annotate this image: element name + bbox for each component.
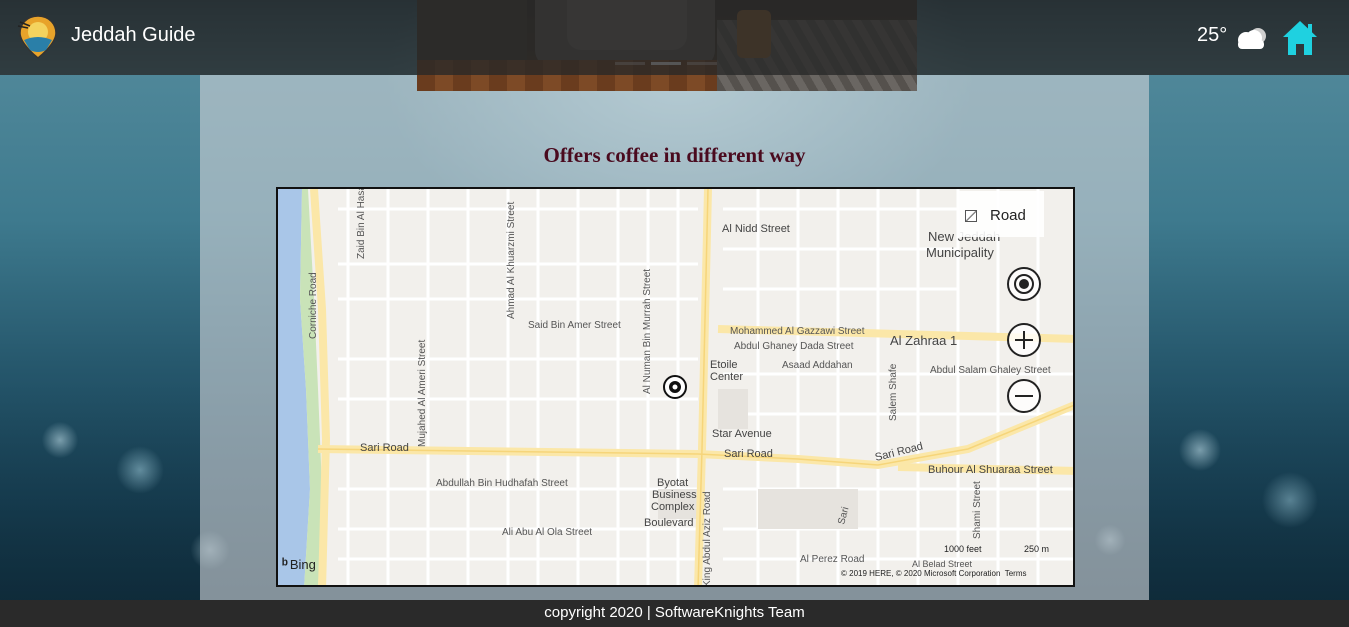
map-type-selector[interactable]: Road [958,191,1044,237]
map-label: Al Perez Road [800,554,864,565]
map-credits: © 2019 HERE, © 2020 Microsoft Corporatio… [841,569,1027,578]
map-type-label[interactable]: Road [990,207,1026,224]
map-label: King Abdul Aziz Road [702,491,713,587]
map-label: Corniche Road [308,272,319,339]
zoom-out-button[interactable] [1007,379,1041,413]
map-label: Byotat [657,477,688,489]
map-label: Abdul Salam Ghaley Street [930,365,1051,376]
road-map-icon [965,210,977,222]
map-label: Zaid Bin Al Hasan [356,189,367,259]
map-label: Business [652,489,697,501]
top-navbar: Jeddah Guide 25° [0,0,1349,75]
map-label: Ali Abu Al Ola Street [502,527,592,538]
locate-icon [1014,274,1034,294]
map-label: Boulevard [644,517,694,529]
map-label: Sari Road [724,448,773,460]
map-label: Mohammed Al Gazzawi Street [730,326,865,337]
footer: copyright 2020 | SoftwareKnights Team [0,600,1349,627]
locate-me-button[interactable] [1007,267,1041,301]
map-label: Municipality [926,245,994,260]
home-icon[interactable] [1281,19,1319,57]
map-label: Al Numan Bin Murrah Street [642,269,653,394]
map-label: Center [710,371,743,383]
bing-label: Bing [289,557,316,572]
cloud-icon [1238,28,1266,49]
map-label: Abdul Ghaney Dada Street [734,341,854,352]
map-label: Shami Street [972,481,983,539]
map-label: Salem Shafe [888,363,899,421]
map-view[interactable]: Zaid Bin Al Hasan Ahmad Al Khuarzmi Stre… [276,187,1075,587]
bing-logo[interactable]: ᵇ Bing [282,556,316,573]
map-label: Ahmad Al Khuarzmi Street [506,202,517,319]
map-label: Said Bin Amer Street [528,320,621,331]
scale-meters: 250 m [1024,544,1050,554]
map-label: Sari Road [360,442,409,454]
zoom-in-button[interactable] [1007,323,1041,357]
map-label: Asaad Addahan [782,360,853,371]
location-pin[interactable] [663,375,687,399]
map-label: Al Zahraa 1 [890,333,957,348]
map-label: Complex [651,501,695,513]
page-heading: Offers coffee in different way [543,143,806,167]
map-label: Al Nidd Street [722,223,790,235]
bing-icon: ᵇ [282,556,288,573]
map-label: Abdullah Bin Hudhafah Street [436,478,568,489]
plus-icon [1015,331,1033,349]
map-label: Al Belad Street [912,559,973,569]
temperature-text: 25° [1197,24,1228,46]
map-terms-link[interactable]: Terms [1005,569,1027,578]
minus-icon [1015,395,1033,397]
logo-icon [17,15,57,59]
footer-text: copyright 2020 | SoftwareKnights Team [544,604,805,621]
map-canvas[interactable]: Zaid Bin Al Hasan Ahmad Al Khuarzmi Stre… [278,189,1075,587]
map-label: Buhour Al Shuaraa Street [928,464,1053,476]
map-label: Etoile [710,359,738,371]
scale-feet: 1000 feet [944,544,982,554]
map-label: Star Avenue [712,428,772,440]
map-label: Mujahed Al Ameri Street [417,340,428,447]
map-copyright: © 2019 HERE, © 2020 Microsoft Corporatio… [841,569,1001,578]
site-title[interactable]: Jeddah Guide [71,24,196,47]
